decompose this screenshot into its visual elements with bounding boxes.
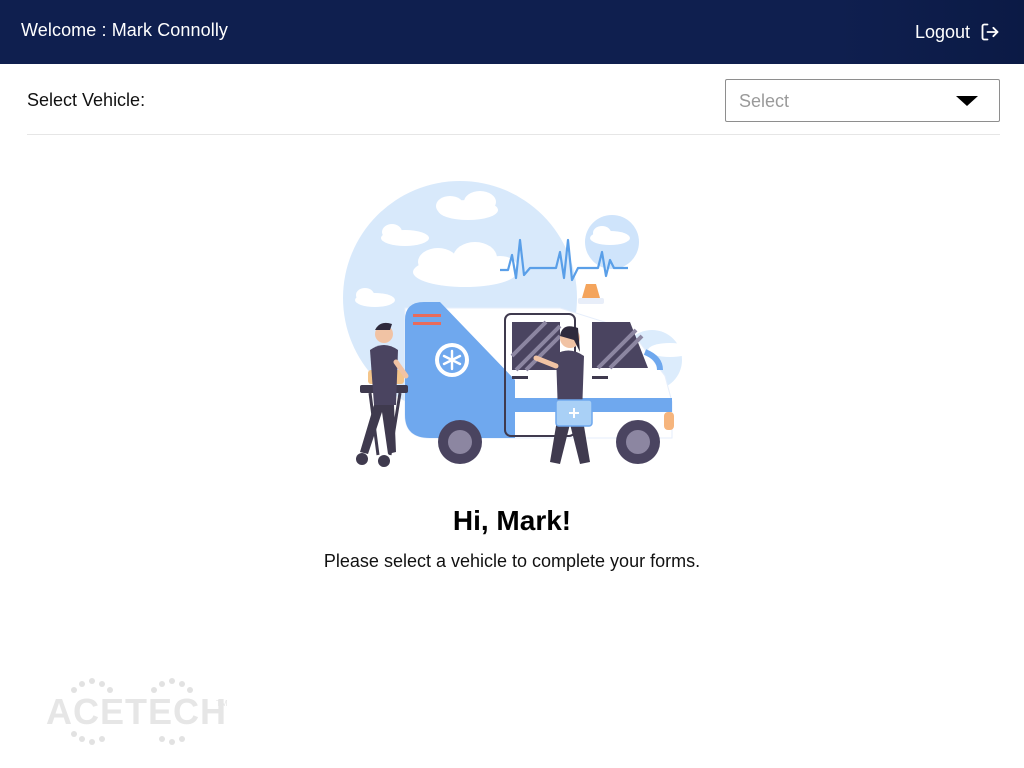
select-vehicle-label: Select Vehicle: (27, 90, 146, 110)
acetech-logo: ACETECH TM (46, 678, 228, 745)
svg-text:ACETECH: ACETECH (46, 691, 227, 732)
instruction-text: Please select a vehicle to complete your… (323, 551, 701, 571)
greeting-heading: Hi, Mark! (452, 505, 572, 536)
vehicle-selector-row: Select Vehicle: Select (27, 64, 1000, 135)
vehicle-dropdown[interactable]: Select (725, 79, 1000, 122)
logout-button[interactable]: Logout (915, 18, 1000, 46)
vehicle-dropdown-placeholder: Select (739, 91, 790, 111)
svg-text:TM: TM (216, 699, 228, 708)
logout-label: Logout (914, 21, 970, 42)
logout-icon (980, 22, 1000, 42)
ambulance-illustration (343, 181, 692, 467)
welcome-text: Welcome : Mark Connolly (21, 20, 229, 40)
caret-down-icon (956, 96, 978, 106)
top-bar: Welcome : Mark Connolly Logout (0, 0, 1024, 64)
